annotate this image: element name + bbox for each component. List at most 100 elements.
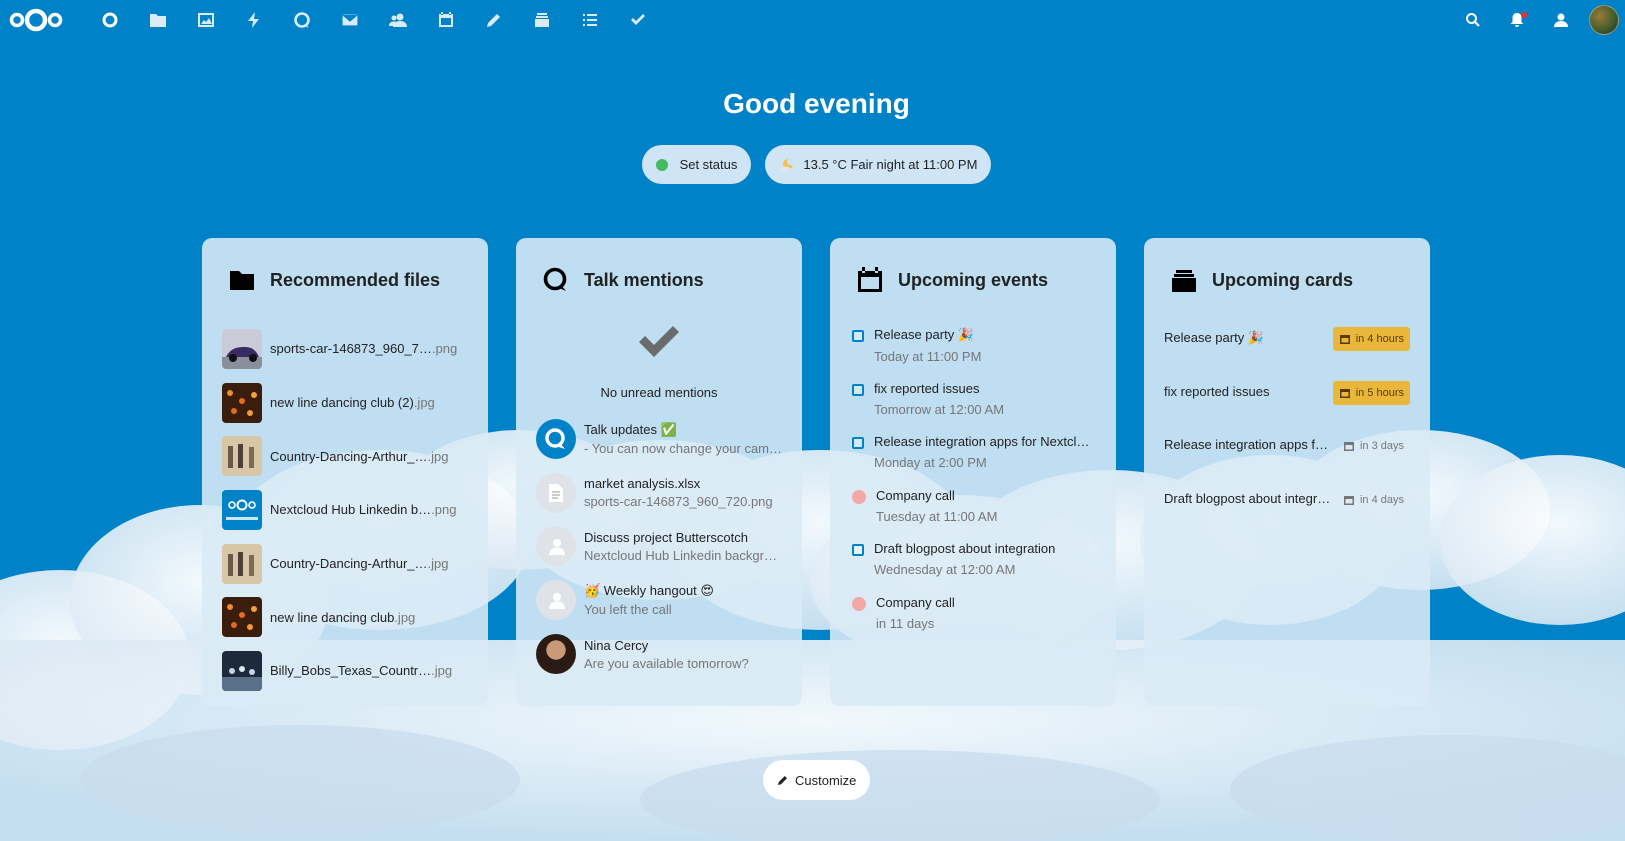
due-date-badge: in 3 days [1337, 434, 1410, 458]
panel-title: Upcoming cards [1212, 269, 1354, 290]
status-online-icon [655, 158, 668, 171]
tasks-app[interactable] [566, 0, 614, 40]
notes-app[interactable] [470, 0, 518, 40]
checkmark-app[interactable] [614, 0, 662, 40]
card-item[interactable]: Draft blogpost about integrations in 4 d… [1164, 483, 1410, 537]
set-status-button[interactable]: Set status [641, 145, 752, 184]
mention-title: Talk updates ✅ [584, 421, 677, 437]
activity-app[interactable] [230, 0, 278, 40]
event-item[interactable]: Company call Tuesday at 11:00 AM [850, 483, 1096, 537]
event-item[interactable]: Release integration apps for Nextcloud H… [850, 429, 1096, 483]
file-item[interactable]: Nextcloud Hub Linkedin b….png [222, 483, 468, 537]
mention-item[interactable]: Discuss project Butterscotch Nextcloud H… [536, 520, 784, 574]
card-title: fix reported issues [1164, 383, 1270, 399]
event-item[interactable]: Draft blogpost about integration Wednesd… [850, 536, 1096, 590]
calendar-icon [1339, 335, 1350, 344]
file-item[interactable]: new line dancing club (2).jpg [222, 376, 468, 430]
photos-app[interactable] [182, 0, 230, 40]
card-title: Release party 🎉 [1164, 330, 1265, 345]
event-item[interactable]: fix reported issues Tomorrow at 12:00 AM [850, 376, 1096, 430]
contacts-icon [389, 13, 407, 27]
due-date-badge: in 5 hours [1332, 380, 1410, 405]
mention-item[interactable]: Nina Cercy Are you available tomorrow? [536, 627, 782, 681]
empty-state-text: No unread mentions [600, 385, 718, 400]
calendar-color-dot [852, 596, 866, 611]
image-icon [198, 13, 214, 27]
set-status-label: Set status [679, 157, 738, 172]
unified-search-button[interactable] [1451, 0, 1495, 40]
file-name: Country-Dancing-Arthur_….jpg [270, 448, 449, 464]
dashboard-panels: Recommended files sports-car-146873_960_… [202, 238, 1430, 706]
customize-button[interactable]: Customize [763, 760, 871, 800]
greeting-title: Good evening [723, 88, 910, 119]
mail-app[interactable] [326, 0, 374, 40]
talk-app[interactable] [278, 0, 326, 40]
event-item[interactable]: Company call in 11 days [850, 590, 1096, 644]
card-item[interactable]: fix reported issues in 5 hours [1164, 376, 1410, 430]
checkmark-icon [631, 14, 645, 25]
event-time: in 11 days [876, 615, 935, 631]
mention-item[interactable]: Talk updates ✅ - You can now change your… [536, 412, 784, 466]
talk-icon [294, 12, 310, 28]
file-item[interactable]: Billy_Bobs_Texas_Countr….jpg [222, 644, 468, 698]
mention-item[interactable]: 🥳 Weekly hangout 😍 You left the call [536, 573, 782, 627]
upcoming-events-panel: Upcoming events Release party 🎉 Today at… [830, 238, 1116, 706]
calendar-icon [1343, 495, 1354, 505]
mention-text: 🥳 Weekly hangout 😍 You left the call [584, 583, 782, 617]
deck-app[interactable] [518, 0, 566, 40]
header-right [1451, 0, 1625, 40]
file-item[interactable]: new line dancing club.jpg [222, 590, 468, 644]
app-menu [86, 0, 662, 40]
file-thumbnail [222, 436, 262, 477]
calendar-app[interactable] [422, 0, 470, 40]
group-avatar [536, 526, 576, 567]
event-time: Monday at 2:00 PM [874, 455, 987, 471]
mention-title: Discuss project Butterscotch [584, 529, 749, 545]
task-checkbox[interactable] [852, 383, 864, 396]
recommended-files-panel: Recommended files sports-car-146873_960_… [202, 238, 488, 706]
task-checkbox[interactable] [852, 437, 864, 450]
files-app[interactable] [134, 0, 182, 40]
weather-button[interactable]: 13.5 °C Fair night at 11:00 PM [765, 145, 992, 184]
nextcloud-logo-icon[interactable] [8, 6, 64, 34]
file-name: sports-car-146873_960_7….png [270, 341, 458, 357]
event-title: Release party 🎉 [874, 327, 975, 342]
file-name: new line dancing club.jpg [270, 609, 416, 625]
task-checkbox[interactable] [852, 544, 864, 557]
folder-icon [230, 271, 254, 290]
file-item[interactable]: Country-Dancing-Arthur_….jpg [222, 537, 468, 591]
file-item[interactable]: sports-car-146873_960_7….png [222, 322, 468, 376]
event-list: Release party 🎉 Today at 11:00 PM fix re… [850, 322, 1096, 644]
event-text: Release integration apps for Nextcloud H… [874, 434, 1092, 470]
card-item[interactable]: Release integration apps for Nextcloud H… [1164, 429, 1410, 483]
mention-item[interactable]: market analysis.xlsx sports-car-146873_9… [536, 466, 782, 520]
panel-title: Recommended files [270, 269, 441, 290]
file-avatar [536, 472, 576, 513]
panel-header: Recommended files [228, 260, 468, 300]
file-thumbnail [222, 597, 262, 638]
contacts-app[interactable] [374, 0, 422, 40]
event-text: Release party 🎉 Today at 11:00 PM [874, 327, 1092, 364]
mail-icon [341, 13, 359, 27]
task-checkbox[interactable] [852, 330, 864, 342]
contacts-menu-icon [1554, 13, 1568, 27]
notifications-button[interactable] [1495, 0, 1539, 40]
notification-badge [1521, 12, 1527, 18]
calendar-icon [439, 12, 453, 27]
panel-title: Upcoming events [898, 269, 1049, 290]
event-item[interactable]: Release party 🎉 Today at 11:00 PM [850, 322, 1096, 376]
event-title: Draft blogpost about integration [874, 541, 1056, 557]
file-thumbnail [222, 328, 262, 369]
contacts-menu-button[interactable] [1539, 0, 1583, 40]
header-bar [0, 0, 1625, 40]
panel-header: Upcoming events [856, 260, 1096, 300]
mention-text: market analysis.xlsx sports-car-146873_9… [584, 476, 782, 509]
card-item[interactable]: Release party 🎉 in 4 hours [1164, 322, 1410, 376]
mention-subtitle: sports-car-146873_960_720.png [584, 494, 773, 510]
dashboard-app[interactable] [86, 0, 134, 40]
user-avatar[interactable] [1589, 5, 1619, 35]
lightning-icon [248, 12, 259, 28]
file-item[interactable]: Country-Dancing-Arthur_….jpg [222, 429, 468, 483]
event-text: Draft blogpost about integration Wednesd… [874, 541, 1092, 577]
deck-icon [535, 13, 549, 27]
